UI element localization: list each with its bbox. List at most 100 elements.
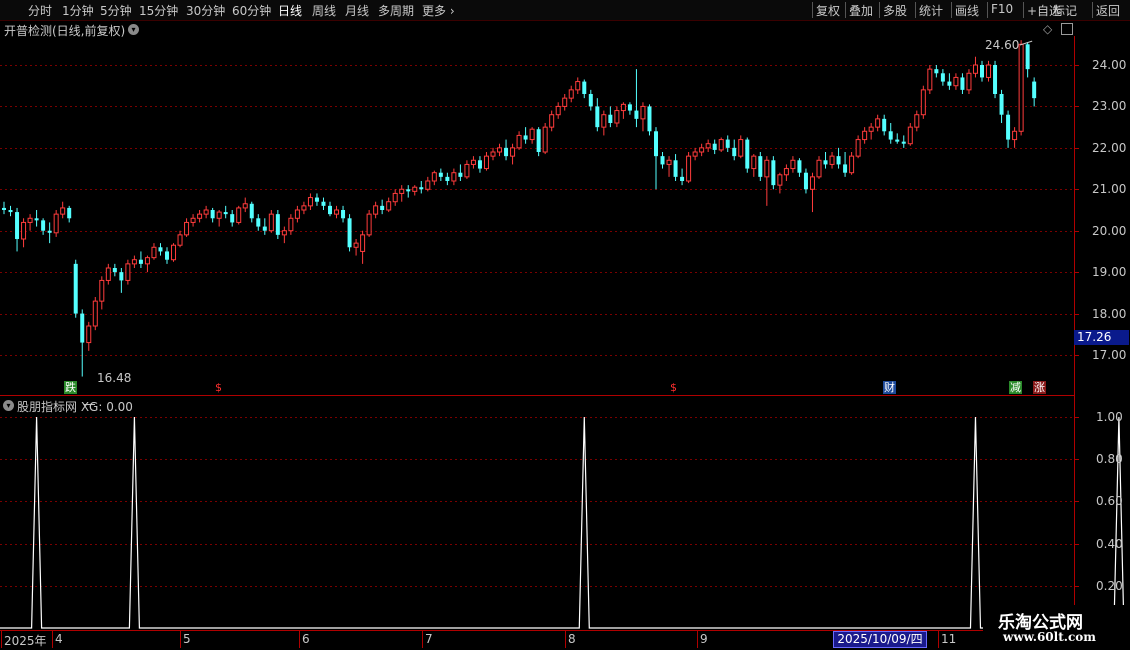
candle-body-down [536, 129, 541, 152]
candle-body-up [392, 192, 398, 203]
candle-body-up [425, 180, 431, 190]
candle-body-down [2, 207, 6, 210]
candle-body-down [771, 160, 776, 186]
candle-body-up [483, 155, 489, 170]
candle-body-down [210, 210, 215, 219]
candle-body-up [307, 197, 313, 207]
price-tick-label: 21.00 [1092, 182, 1127, 197]
chart-canvas [0, 20, 1130, 631]
candle-body-down [823, 160, 828, 165]
candle-body-down [1025, 44, 1030, 70]
event-marker[interactable]: $ [212, 381, 225, 394]
candle-body-up [197, 213, 203, 219]
candle-body-up [849, 155, 855, 174]
x-axis-tick [938, 630, 939, 648]
candle-body-up [816, 159, 822, 178]
candle-body-up [738, 139, 744, 157]
indicator-tick-label: 0.20 [1096, 578, 1123, 593]
candle-body-down [34, 218, 39, 221]
candle-body-up [431, 172, 437, 182]
candle-body-up [21, 221, 27, 240]
candle-body-down [328, 205, 332, 215]
candle-body-down [882, 118, 887, 132]
candle-body-up [288, 217, 294, 232]
candle-body-up [920, 89, 926, 116]
candle-body-up [829, 155, 835, 165]
candle-body-up [301, 205, 307, 211]
event-marker[interactable]: 财 [883, 381, 896, 394]
candle-body-up [575, 81, 581, 91]
candle-body-down [275, 214, 280, 235]
candle-body-down [588, 94, 593, 107]
candle-body-up [1018, 43, 1024, 132]
candle-body-down [673, 160, 678, 177]
x-axis-label: 11 [941, 632, 957, 646]
candle-body-up [986, 64, 992, 78]
candle-body-up [510, 147, 516, 157]
event-marker[interactable]: 跌 [64, 381, 77, 394]
candle-body-up [334, 209, 340, 215]
x-axis-label: 4 [55, 632, 63, 646]
candle-body-up [125, 263, 131, 281]
indicator-xg-line [0, 416, 1130, 629]
indicator-dropdown-icon[interactable]: ▾ [3, 400, 14, 411]
candle-body-up [699, 147, 705, 153]
candle-body-down [15, 212, 20, 239]
price-tick-label: 18.00 [1092, 306, 1127, 321]
x-axis-label: 2025年 [4, 634, 47, 648]
candle-body-up [470, 159, 476, 165]
candle-body-down [654, 131, 658, 157]
candle-body-down [803, 172, 808, 190]
candle-body-up [464, 163, 470, 178]
candle-body-down [732, 147, 737, 157]
candle-body-up [373, 205, 379, 215]
candle-body-up [86, 325, 92, 344]
indicator-tick-label: 0.60 [1096, 494, 1123, 509]
candle-body-down [797, 160, 802, 173]
candle-body-down [843, 164, 848, 173]
candle-body-up [242, 203, 248, 209]
candle-body-down [419, 187, 424, 190]
candle-body-down [980, 65, 984, 78]
price-tick-label: 22.00 [1092, 140, 1127, 155]
event-marker[interactable]: 减 [1009, 381, 1022, 394]
highlight-date-box: 2025/10/09/四 [833, 631, 927, 648]
candle-body-up [640, 105, 646, 120]
event-marker[interactable]: 涨 [1033, 381, 1046, 394]
candle-body-up [366, 213, 372, 236]
candle-body-down [347, 218, 352, 248]
candle-body-down [67, 207, 72, 219]
candle-body-down [901, 141, 906, 144]
candle-body-down [8, 210, 13, 213]
candle-body-up [718, 139, 724, 151]
candle-body-up [809, 176, 815, 190]
candle-body-down [341, 210, 346, 219]
candle-body-down [940, 73, 945, 82]
x-axis-tick [1, 630, 2, 648]
candle-body-up [764, 159, 770, 178]
candle-body-up [386, 201, 392, 211]
candle-body-up [131, 259, 137, 265]
candle-body-up [666, 159, 672, 165]
x-axis-tick [422, 630, 423, 648]
x-axis-tick [299, 630, 300, 648]
candle-body-down [993, 65, 998, 94]
event-marker[interactable]: $ [667, 381, 680, 394]
candle-body-down [406, 189, 411, 192]
candle-body-down [523, 135, 528, 140]
candle-body-up [686, 155, 692, 182]
candle-body-up [236, 207, 242, 223]
candle-body-down [230, 214, 235, 223]
candle-body-down [41, 220, 46, 231]
candle-body-up [203, 209, 209, 215]
candle-body-up [529, 128, 535, 141]
candle-body-up [692, 151, 698, 157]
candle-body-down [1032, 81, 1037, 99]
candle-body-up [855, 139, 861, 157]
candle-body-up [353, 242, 359, 248]
candle-body-up [614, 110, 620, 124]
x-axis-label: 9 [700, 632, 708, 646]
candle-body-up [151, 246, 157, 259]
candle-body-up [705, 143, 711, 149]
current-price-tag: 17.26 [1074, 330, 1129, 345]
